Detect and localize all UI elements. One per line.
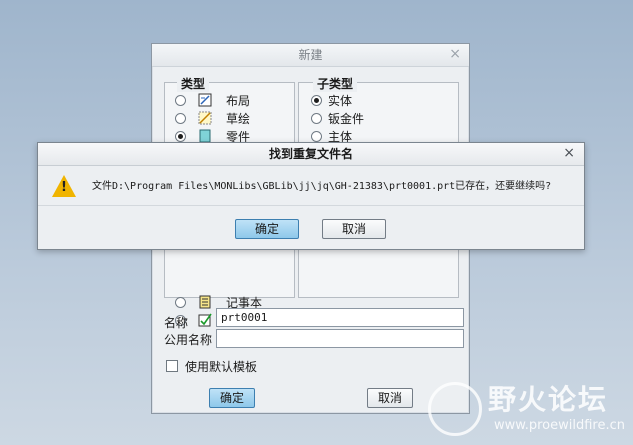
alert-cancel-button[interactable]: 取消 — [322, 219, 386, 239]
watermark: 野火论坛 www.proewildfire.cn — [428, 380, 633, 445]
radio-button[interactable] — [311, 94, 322, 106]
watermark-logo-icon — [428, 382, 482, 436]
close-icon[interactable]: × — [563, 145, 575, 161]
watermark-url: www.proewildfire.cn — [494, 418, 625, 433]
new-dialog-title: 新建 — [152, 44, 469, 67]
common-name-label: 公用名称 — [164, 333, 213, 347]
use-default-template-label: 使用默认模板 — [185, 360, 258, 374]
notebook-icon — [198, 295, 212, 309]
subtype-option-label: 钣金件 — [328, 111, 365, 126]
radio-button[interactable] — [175, 130, 186, 142]
alert-ok-button[interactable]: 确定 — [235, 219, 299, 239]
subtype-group-title: 子类型 — [313, 75, 358, 92]
markup-icon — [198, 313, 212, 327]
sketch-icon — [198, 111, 212, 125]
warning-exclamation-icon: ! — [61, 180, 67, 195]
cancel-button[interactable]: 取消 — [367, 388, 413, 408]
radio-button[interactable] — [175, 296, 186, 308]
use-default-template-checkbox[interactable] — [166, 360, 178, 372]
type-option-label: 草绘 — [226, 111, 251, 126]
name-input[interactable]: prt0001 — [216, 308, 464, 327]
type-option-sketch[interactable]: 草绘 — [175, 109, 250, 127]
radio-button[interactable] — [175, 94, 186, 106]
common-name-input[interactable] — [216, 329, 464, 348]
subtype-option-solid[interactable]: 实体 — [311, 91, 352, 109]
radio-button[interactable] — [311, 130, 322, 142]
divider — [38, 205, 584, 206]
layout-icon — [198, 93, 212, 107]
type-group-title: 类型 — [177, 75, 210, 92]
alert-title: 找到重复文件名 — [38, 143, 584, 166]
type-option-layout[interactable]: 布局 — [175, 91, 250, 109]
subtype-option-label: 实体 — [328, 93, 353, 108]
ok-button[interactable]: 确定 — [209, 388, 255, 408]
part-icon — [198, 129, 212, 143]
type-option-label: 布局 — [226, 93, 251, 108]
subtype-option-sheetmetal[interactable]: 钣金件 — [311, 109, 364, 127]
close-icon[interactable]: × — [449, 46, 461, 62]
name-label: 名称 — [164, 316, 189, 330]
watermark-text: 野火论坛 — [488, 383, 609, 416]
radio-button[interactable] — [175, 112, 186, 124]
radio-button[interactable] — [311, 112, 322, 124]
alert-message: 文件D:\Program Files\MONLibs\GBLib\jj\jq\G… — [92, 181, 552, 192]
duplicate-filename-dialog: 找到重复文件名 × ! 文件D:\Program Files\MONLibs\G… — [37, 142, 585, 250]
